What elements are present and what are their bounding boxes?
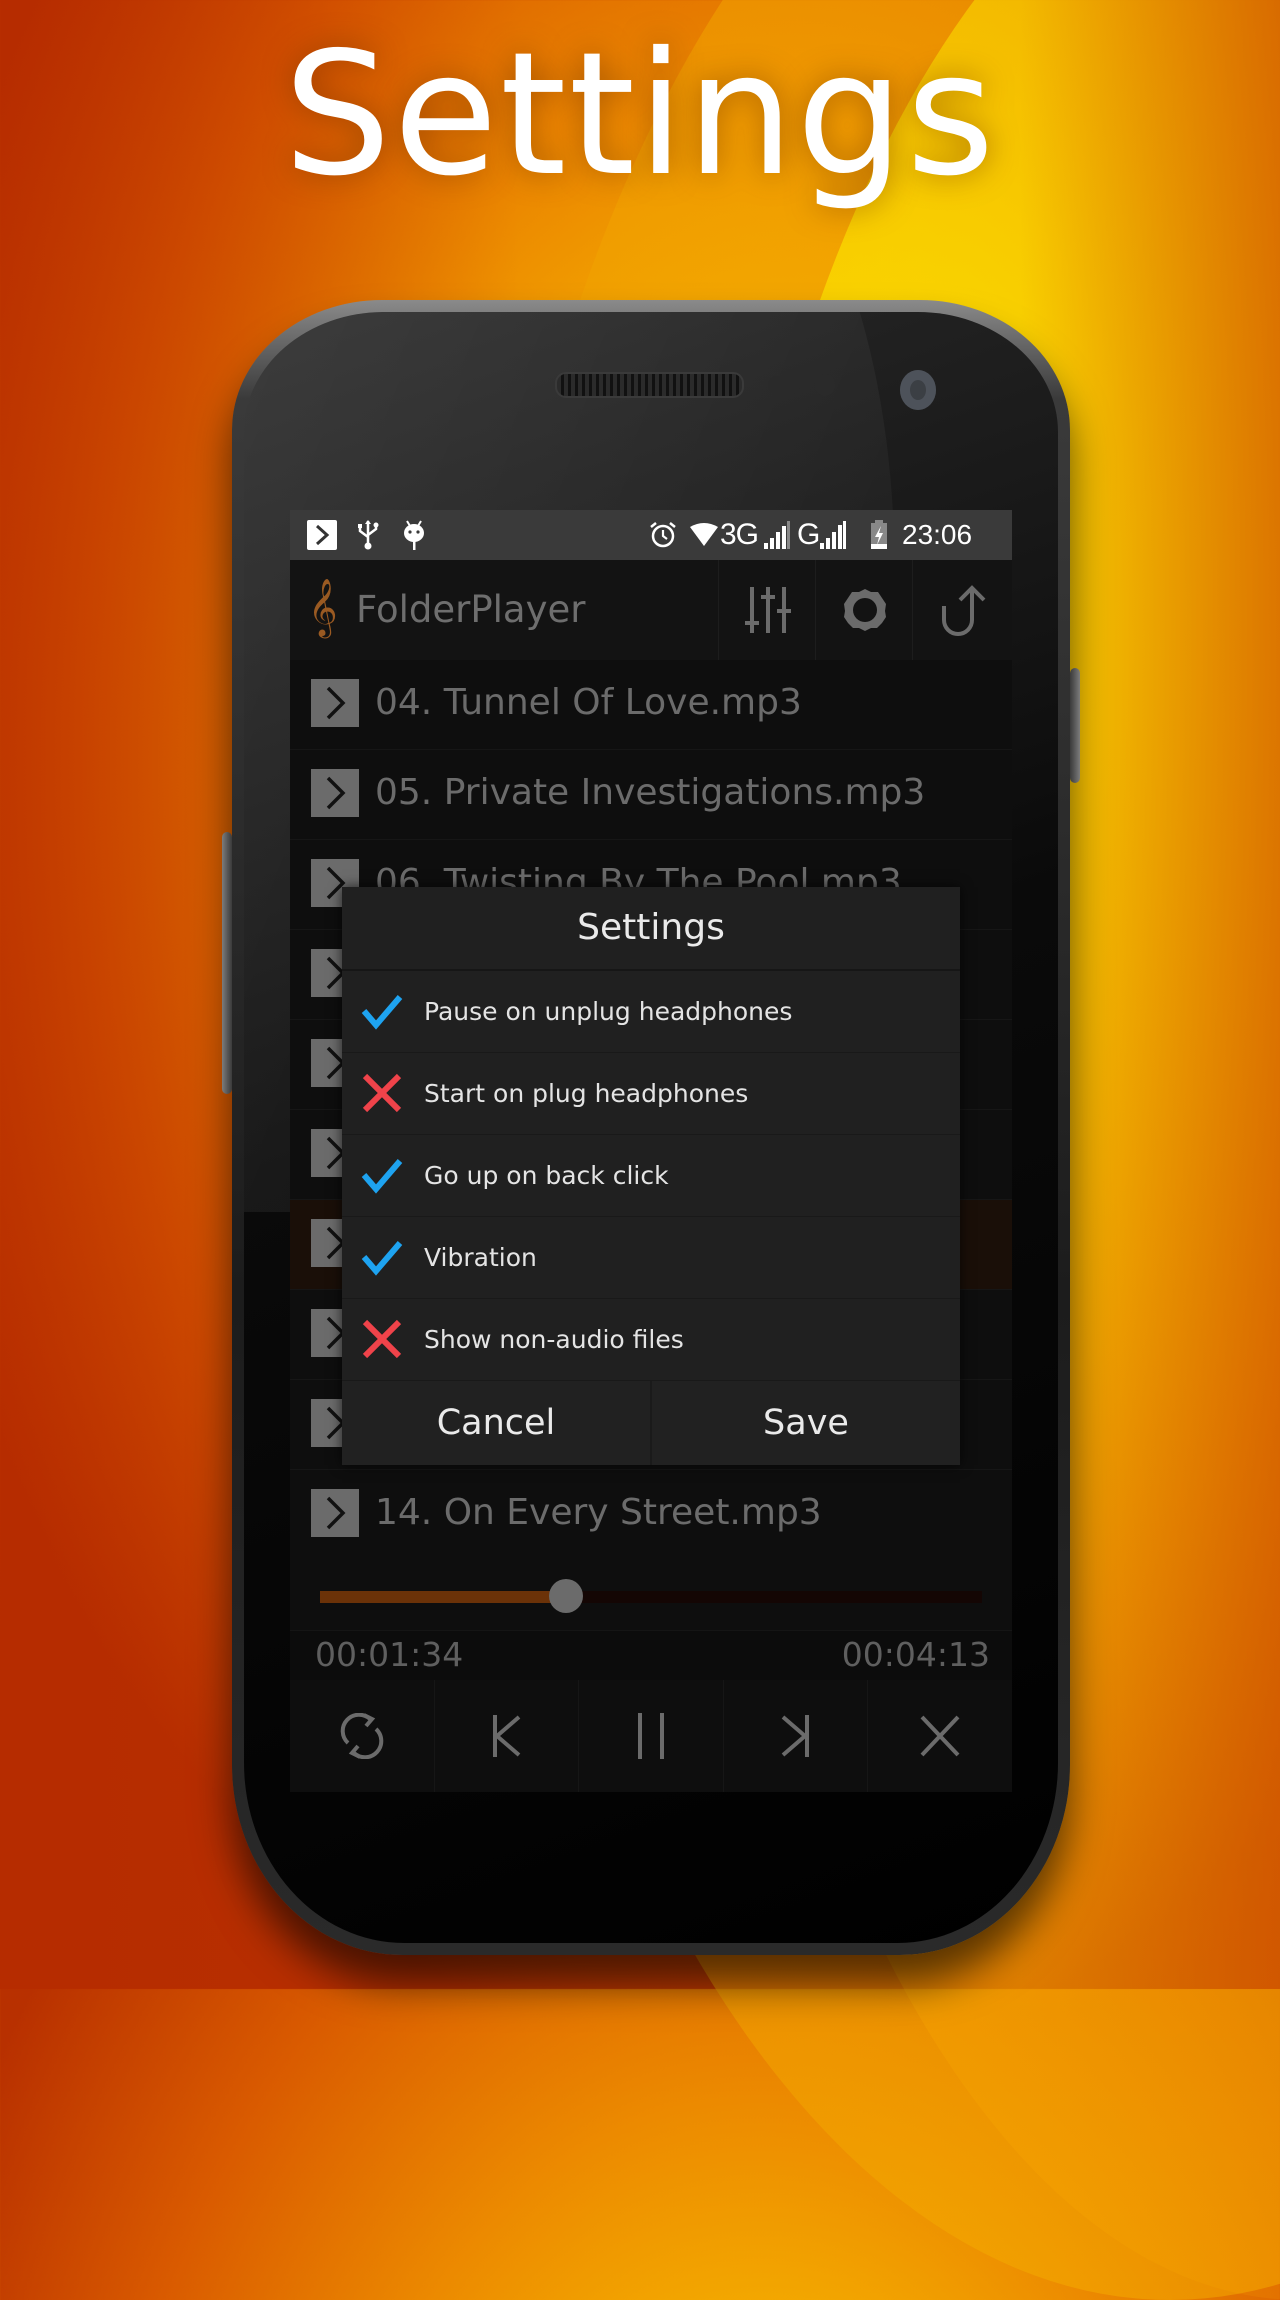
settings-button[interactable] — [815, 560, 913, 660]
power-button — [1070, 668, 1080, 783]
settings-option[interactable]: Start on plug headphones — [342, 1053, 960, 1136]
elapsed-time: 00:01:34 — [315, 1635, 464, 1674]
network-type-1: 3G — [720, 518, 759, 551]
close-button[interactable] — [868, 1680, 1012, 1792]
pause-button[interactable] — [579, 1680, 724, 1792]
checkmark-icon[interactable] — [360, 1153, 404, 1197]
settings-option[interactable]: Pause on unplug headphones — [342, 971, 960, 1054]
app-title: FolderPlayer — [356, 588, 586, 631]
option-label: Show non-audio files — [424, 1325, 684, 1354]
track-row[interactable]: 14. On Every Street.mp3 — [290, 1470, 1012, 1560]
signal-icon — [763, 510, 791, 560]
track-row[interactable]: 05. Private Investigations.mp3 — [290, 750, 1012, 840]
settings-option[interactable]: Show non-audio files — [342, 1299, 960, 1382]
android-debug-icon — [402, 510, 426, 560]
pause-icon — [637, 1713, 664, 1759]
next-button[interactable] — [724, 1680, 869, 1792]
track-label: 05. Private Investigations.mp3 — [375, 772, 926, 813]
option-label: Start on plug headphones — [424, 1079, 749, 1108]
equalizer-button[interactable] — [718, 560, 816, 660]
previous-button[interactable] — [435, 1680, 580, 1792]
playback-controls — [290, 1680, 1012, 1792]
repeat-icon — [340, 1713, 384, 1759]
close-icon — [920, 1715, 960, 1757]
gear-icon — [843, 589, 886, 631]
next-icon — [781, 1715, 809, 1757]
cross-icon[interactable] — [360, 1317, 404, 1361]
settings-dialog: Settings Pause on unplug headphones Start… — [342, 887, 960, 1465]
cross-icon[interactable] — [360, 1071, 404, 1115]
signal-icon — [819, 510, 847, 560]
play-track-icon[interactable] — [311, 679, 359, 727]
save-button[interactable]: Save — [650, 1381, 960, 1465]
network-type-2: G — [797, 518, 820, 551]
app-toolbar: 𝄞 FolderPlayer — [290, 560, 1012, 661]
earpiece-speaker — [555, 372, 744, 398]
volume-button — [222, 832, 232, 1094]
track-row[interactable]: 04. Tunnel Of Love.mp3 — [290, 660, 1012, 750]
previous-icon — [493, 1715, 521, 1757]
dialog-title: Settings — [342, 887, 960, 971]
track-label: 14. On Every Street.mp3 — [375, 1492, 822, 1533]
seek-bar-row — [290, 1555, 1012, 1631]
equalizer-icon — [744, 587, 791, 633]
play-track-icon[interactable] — [311, 1489, 359, 1537]
light-sensor — [815, 374, 835, 396]
repeat-button[interactable] — [290, 1680, 435, 1792]
treble-clef-icon: 𝄞 — [308, 578, 338, 636]
time-row: 00:01:34 00:04:13 — [290, 1630, 1012, 1680]
usb-icon — [356, 510, 380, 560]
checkmark-icon[interactable] — [360, 1235, 404, 1279]
up-arrow-icon — [941, 585, 985, 636]
option-label: Pause on unplug headphones — [424, 997, 793, 1026]
dialog-buttons: Cancel Save — [342, 1381, 960, 1465]
track-label: 04. Tunnel Of Love.mp3 — [375, 682, 802, 723]
up-folder-button[interactable] — [912, 560, 1010, 660]
promo-headline: Settings — [283, 16, 997, 214]
wifi-icon — [690, 510, 718, 560]
cancel-button[interactable]: Cancel — [342, 1381, 650, 1465]
option-label: Vibration — [424, 1243, 537, 1272]
settings-option[interactable]: Go up on back click — [342, 1135, 960, 1218]
clock: 23:06 — [902, 519, 973, 550]
seek-progress — [320, 1591, 567, 1603]
battery-charging-icon — [870, 510, 888, 560]
settings-option[interactable]: Vibration — [342, 1217, 960, 1300]
proximity-sensor — [768, 376, 800, 394]
seek-thumb[interactable] — [549, 1579, 584, 1613]
checkmark-icon[interactable] — [360, 989, 404, 1033]
alarm-icon — [648, 510, 678, 560]
total-time: 00:04:13 — [841, 1635, 990, 1674]
option-label: Go up on back click — [424, 1161, 669, 1190]
play-track-icon[interactable] — [311, 769, 359, 817]
status-bar: 3G G 23:06 — [290, 510, 1012, 560]
front-camera — [900, 370, 936, 410]
seek-track[interactable] — [320, 1591, 982, 1603]
play-store-notification-icon — [307, 510, 337, 560]
